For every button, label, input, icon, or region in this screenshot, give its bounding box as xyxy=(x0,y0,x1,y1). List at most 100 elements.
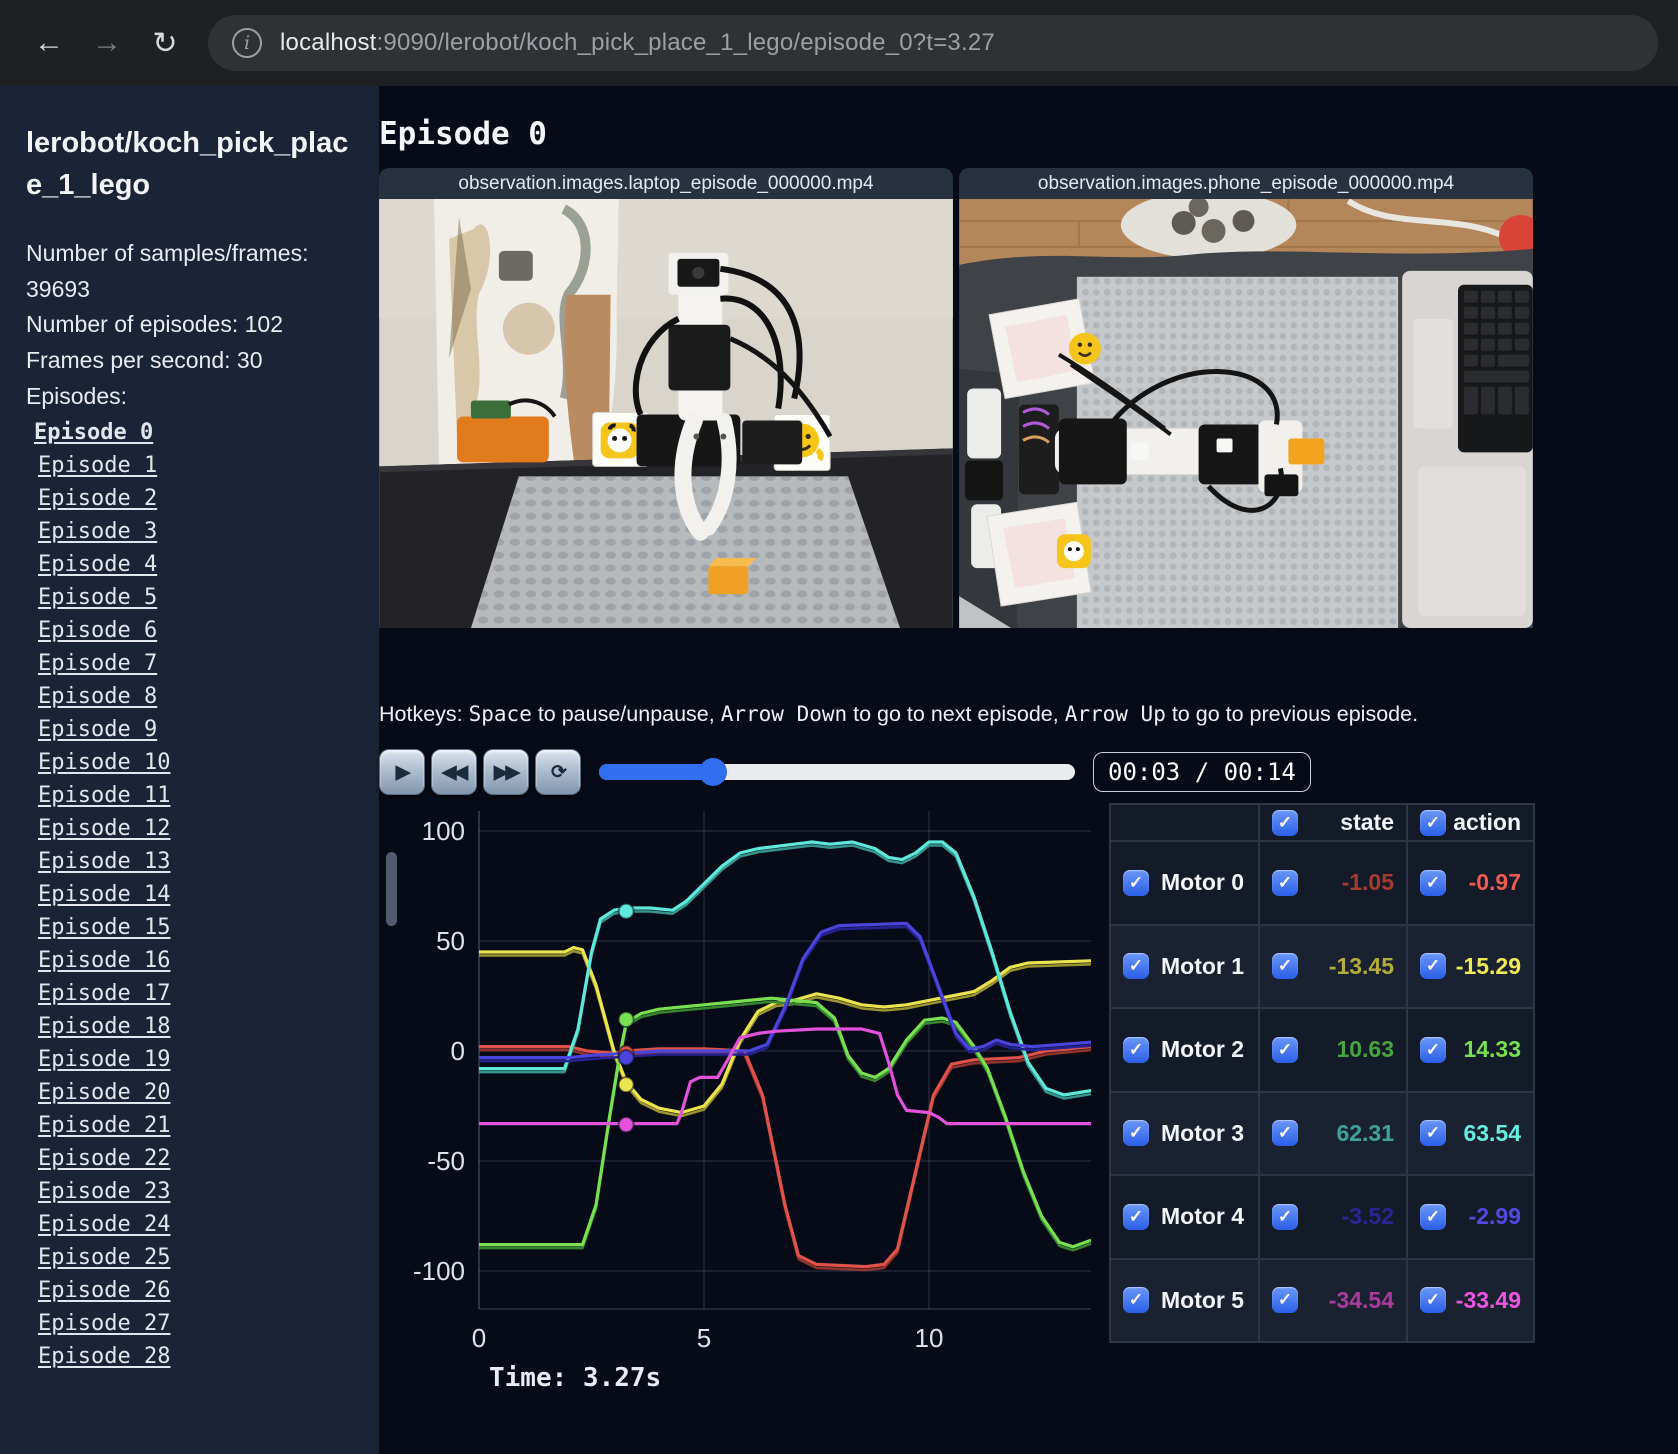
reload-icon[interactable]: ↻ xyxy=(136,26,194,61)
video-frame-laptop[interactable] xyxy=(379,199,953,628)
episode-link-episode-23[interactable]: Episode 23 xyxy=(26,1175,353,1208)
fast-forward-button[interactable]: ▶▶ xyxy=(483,749,529,795)
checkbox-column-state[interactable]: ✓ xyxy=(1272,809,1298,836)
y-tick-label: -100 xyxy=(413,1256,465,1286)
row-label-cell-motor-1: ✓ Motor 1 xyxy=(1110,924,1259,1008)
stat-episodes: Number of episodes: 102 xyxy=(26,311,283,338)
dataset-title: lerobot/koch_pick_place_1_lego xyxy=(26,127,349,202)
checkbox-action-motor-2[interactable]: ✓ xyxy=(1420,1036,1446,1063)
current-dot-motor-1 xyxy=(617,1076,635,1094)
seek-thumb[interactable] xyxy=(699,758,728,786)
episode-link-episode-0[interactable]: Episode 0 xyxy=(26,416,353,449)
episode-link-episode-10[interactable]: Episode 10 xyxy=(26,746,353,779)
motor-table: ✓ state ✓ action ✓ Motor 0 ✓ -1.05 ✓ -0.97 ✓ Motor … xyxy=(1109,803,1535,1343)
x-tick-label: 5 xyxy=(697,1323,711,1353)
episode-link-episode-4[interactable]: Episode 4 xyxy=(26,548,353,581)
scrollbar-thumb[interactable] xyxy=(386,852,397,926)
x-tick-label: 10 xyxy=(915,1323,944,1353)
checkbox-motor-3[interactable]: ✓ xyxy=(1123,1120,1149,1147)
video-panel-laptop: observation.images.laptop_episode_000000… xyxy=(379,168,953,628)
checkbox-action-motor-1[interactable]: ✓ xyxy=(1420,953,1446,980)
action-cell-motor-0: ✓ -0.97 xyxy=(1407,841,1534,925)
episode-link-episode-9[interactable]: Episode 9 xyxy=(26,713,353,746)
video-frame-phone[interactable] xyxy=(959,199,1533,628)
checkbox-action-motor-5[interactable]: ✓ xyxy=(1420,1287,1446,1314)
checkbox-state-motor-3[interactable]: ✓ xyxy=(1272,1120,1298,1147)
episode-link-episode-19[interactable]: Episode 19 xyxy=(26,1043,353,1076)
episode-link-episode-8[interactable]: Episode 8 xyxy=(26,680,353,713)
stat-samples: Number of samples/frames: 39693 xyxy=(26,240,309,302)
line-action-motor-4 xyxy=(479,921,1091,1060)
forward-icon[interactable]: → xyxy=(78,26,136,60)
state-value: -34.54 xyxy=(1328,1286,1394,1313)
checkbox-motor-4[interactable]: ✓ xyxy=(1123,1203,1149,1230)
action-value: -0.97 xyxy=(1468,869,1521,896)
browser-toolbar: ← → ↻ i localhost:9090/lerobot/koch_pick… xyxy=(0,0,1678,86)
episode-link-episode-14[interactable]: Episode 14 xyxy=(26,878,353,911)
action-cell-motor-4: ✓ -2.99 xyxy=(1407,1175,1534,1259)
checkbox-motor-2[interactable]: ✓ xyxy=(1123,1036,1149,1063)
motor-label: Motor 3 xyxy=(1161,1119,1245,1146)
loop-icon: ⟳ xyxy=(551,761,567,783)
checkbox-state-motor-1[interactable]: ✓ xyxy=(1272,953,1298,980)
action-value: -33.49 xyxy=(1455,1286,1521,1313)
column-header-action: ✓ action xyxy=(1407,804,1534,841)
episode-list: Episode 0 Episode 1 Episode 2 Episode 3 Epis… xyxy=(26,416,353,1373)
checkbox-state-motor-2[interactable]: ✓ xyxy=(1272,1036,1298,1063)
episode-link-episode-28[interactable]: Episode 28 xyxy=(26,1340,353,1373)
episode-link-episode-27[interactable]: Episode 27 xyxy=(26,1307,353,1340)
url-text[interactable]: localhost:9090/lerobot/koch_pick_place_1… xyxy=(280,29,995,57)
checkbox-action-motor-3[interactable]: ✓ xyxy=(1420,1120,1446,1147)
episode-link-episode-18[interactable]: Episode 18 xyxy=(26,1010,353,1043)
seek-slider[interactable] xyxy=(599,758,1075,786)
action-cell-motor-5: ✓ -33.49 xyxy=(1407,1258,1534,1342)
episode-link-episode-12[interactable]: Episode 12 xyxy=(26,812,353,845)
episode-link-episode-15[interactable]: Episode 15 xyxy=(26,911,353,944)
episode-link-episode-25[interactable]: Episode 25 xyxy=(26,1241,353,1274)
hotkey-arrow-up: Arrow Up xyxy=(1064,702,1166,726)
episode-link-episode-1[interactable]: Episode 1 xyxy=(26,449,353,482)
checkbox-motor-0[interactable]: ✓ xyxy=(1123,869,1149,896)
episode-link-episode-5[interactable]: Episode 5 xyxy=(26,581,353,614)
rewind-icon: ◀◀ xyxy=(441,761,468,783)
row-label-cell-motor-4: ✓ Motor 4 xyxy=(1110,1175,1259,1259)
episode-link-episode-21[interactable]: Episode 21 xyxy=(26,1109,353,1142)
address-bar[interactable]: i localhost:9090/lerobot/koch_pick_place… xyxy=(208,15,1658,71)
checkbox-motor-1[interactable]: ✓ xyxy=(1123,953,1149,980)
episode-link-episode-17[interactable]: Episode 17 xyxy=(26,977,353,1010)
state-cell-motor-2: ✓ 10.63 xyxy=(1259,1008,1407,1092)
checkbox-motor-5[interactable]: ✓ xyxy=(1123,1287,1149,1314)
site-info-icon[interactable]: i xyxy=(232,28,262,58)
motor-label: Motor 0 xyxy=(1161,869,1245,896)
rewind-button[interactable]: ◀◀ xyxy=(431,749,477,795)
loop-button[interactable]: ⟳ xyxy=(535,749,581,795)
checkbox-action-motor-0[interactable]: ✓ xyxy=(1420,869,1446,896)
episode-link-episode-7[interactable]: Episode 7 xyxy=(26,647,353,680)
motor-chart[interactable]: 100 50 0 -50 -100 0 5 10 Time: 3.27s xyxy=(379,803,1091,1393)
episode-link-episode-2[interactable]: Episode 2 xyxy=(26,482,353,515)
checkbox-state-motor-4[interactable]: ✓ xyxy=(1272,1203,1298,1230)
checkbox-state-motor-0[interactable]: ✓ xyxy=(1272,869,1298,896)
checkbox-state-motor-5[interactable]: ✓ xyxy=(1272,1287,1298,1314)
episode-link-episode-13[interactable]: Episode 13 xyxy=(26,845,353,878)
checkbox-column-action[interactable]: ✓ xyxy=(1420,809,1446,836)
video-title-phone: observation.images.phone_episode_000000.… xyxy=(959,168,1533,199)
checkbox-action-motor-4[interactable]: ✓ xyxy=(1420,1203,1446,1230)
episode-link-episode-26[interactable]: Episode 26 xyxy=(26,1274,353,1307)
state-cell-motor-1: ✓ -13.45 xyxy=(1259,924,1407,1008)
line-action-motor-0 xyxy=(479,1045,1091,1269)
episode-link-episode-24[interactable]: Episode 24 xyxy=(26,1208,353,1241)
episode-link-episode-16[interactable]: Episode 16 xyxy=(26,944,353,977)
action-cell-motor-2: ✓ 14.33 xyxy=(1407,1008,1534,1092)
episode-link-episode-22[interactable]: Episode 22 xyxy=(26,1142,353,1175)
episode-link-episode-20[interactable]: Episode 20 xyxy=(26,1076,353,1109)
action-cell-motor-3: ✓ 63.54 xyxy=(1407,1091,1534,1175)
play-button[interactable]: ▶ xyxy=(379,749,425,795)
hotkey-arrow-down: Arrow Down xyxy=(720,702,848,726)
y-tick-label: 50 xyxy=(436,926,465,956)
motor-label: Motor 5 xyxy=(1161,1286,1245,1313)
episode-link-episode-11[interactable]: Episode 11 xyxy=(26,779,353,812)
episode-link-episode-3[interactable]: Episode 3 xyxy=(26,515,353,548)
episode-link-episode-6[interactable]: Episode 6 xyxy=(26,614,353,647)
back-icon[interactable]: ← xyxy=(20,26,78,60)
